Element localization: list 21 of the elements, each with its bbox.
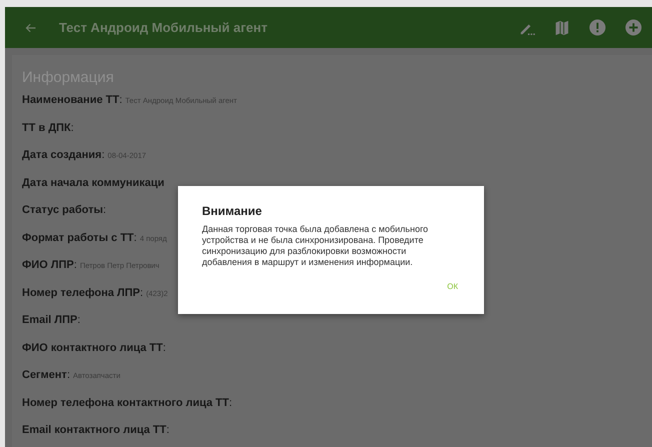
field-label: ФИО контактного лица ТТ: [22, 340, 166, 356]
field-label: Сегмент: [22, 368, 70, 383]
field-label: Дата начала коммуникаци [22, 176, 164, 190]
field-label: Дата создания: [22, 148, 105, 163]
dialog-message: Данная торговая точка была добавлена с мобильного устройства и не была синхронизирована. Проведите синхронизацию для разблокировки возможности добавления в маршрут и изменения информации. [202, 224, 430, 268]
field-label: ТТ в ДПК: [22, 120, 74, 136]
field-label: Статус работы: [22, 203, 106, 218]
field-label: Наименование ТТ: [22, 93, 122, 108]
field-label: Номер телефона ЛПР: [22, 286, 144, 300]
map-icon[interactable] [554, 20, 570, 36]
alert-icon[interactable] [589, 19, 606, 36]
add-icon[interactable] [625, 19, 642, 36]
field-label: Формат работы с ТТ: [22, 230, 137, 246]
dialog-title: Внимание [202, 204, 263, 218]
back-arrow-icon[interactable] [25, 22, 37, 34]
field-label: Номер телефона контактного лица ТТ: [22, 396, 232, 410]
ok-button[interactable]: ОК [443, 280, 462, 293]
field-label: Email контактного лица ТТ: [22, 423, 170, 438]
field-label: Email ЛПР: [22, 313, 80, 328]
app-bar-title: Тест Андроид Мобильный агент [59, 20, 268, 35]
field-label: ФИО ЛПР: [22, 258, 77, 273]
